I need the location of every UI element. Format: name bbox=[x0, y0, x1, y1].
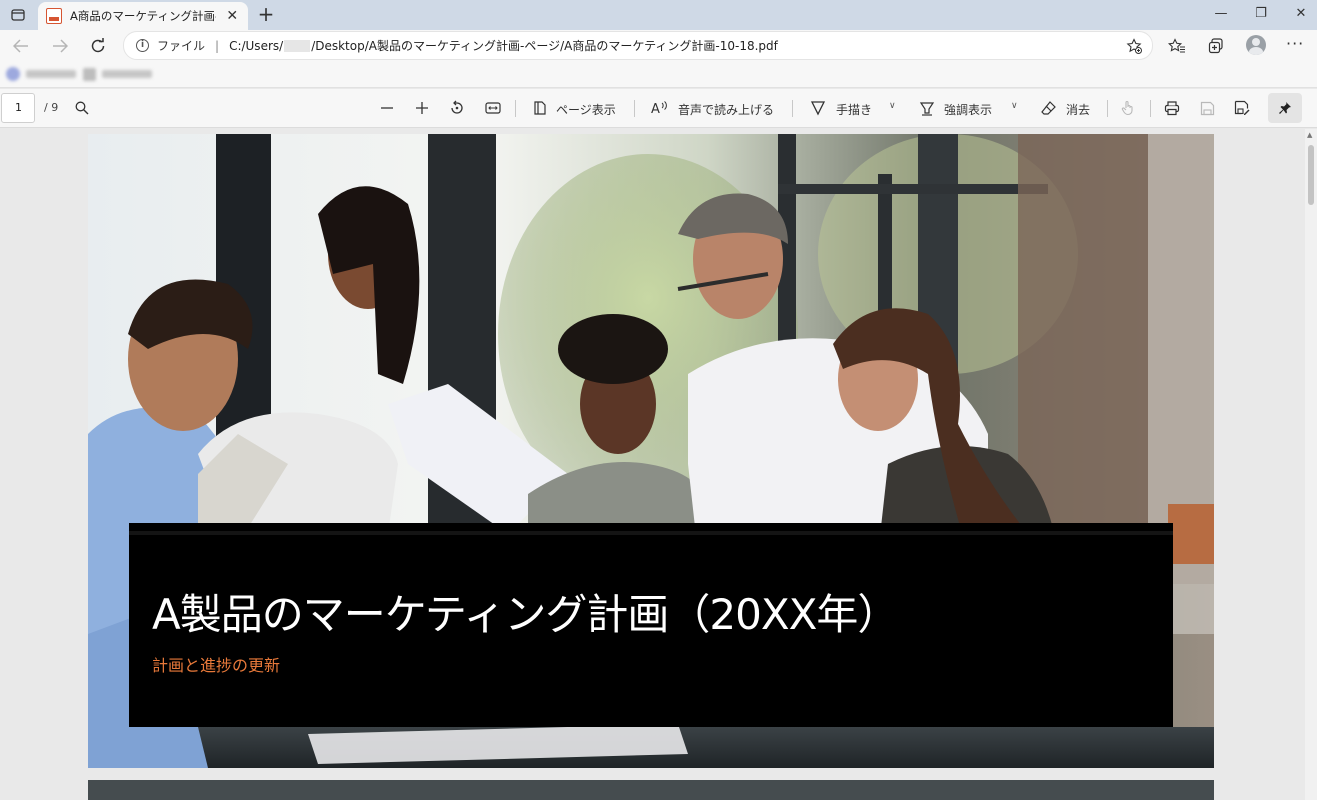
collections-icon bbox=[1208, 38, 1223, 54]
draw-button[interactable]: 手描き bbox=[836, 101, 872, 118]
rotate-button[interactable] bbox=[447, 98, 467, 118]
minimize-button[interactable]: — bbox=[1201, 4, 1241, 24]
add-favorite-icon[interactable] bbox=[1126, 38, 1142, 57]
eraser-icon bbox=[1039, 98, 1059, 118]
scroll-up-icon[interactable]: ▲ bbox=[1307, 131, 1312, 139]
page-view-icon bbox=[530, 98, 550, 118]
tab-active[interactable]: A商品のマーケティング計画-10-18.pdf ✕ bbox=[38, 2, 248, 30]
address-separator: | bbox=[215, 38, 220, 53]
favorites-icon bbox=[1168, 38, 1185, 53]
favorite-item-1[interactable] bbox=[6, 66, 76, 82]
page-number-input[interactable]: 1 bbox=[1, 93, 35, 123]
address-bar[interactable]: i ファイル | C:/Users/ /Desktop/A製品のマーケティング計… bbox=[123, 31, 1153, 60]
favorites-button[interactable] bbox=[1166, 36, 1188, 56]
read-aloud-icon: A bbox=[650, 98, 670, 118]
url-prefix: C:/Users/ bbox=[229, 38, 284, 53]
toolbar-divider bbox=[515, 100, 516, 117]
save-button[interactable] bbox=[1197, 98, 1217, 118]
refresh-icon bbox=[91, 38, 105, 53]
toolbar-divider bbox=[634, 100, 635, 117]
pin-toolbar-button[interactable] bbox=[1268, 93, 1302, 123]
url-suffix: /Desktop/A製品のマーケティング計画-ページ/A商品のマーケティング計画… bbox=[311, 39, 778, 53]
vertical-scrollbar[interactable]: ▲ bbox=[1305, 129, 1317, 800]
restore-button[interactable]: ❐ bbox=[1241, 4, 1281, 24]
page-total-label: / 9 bbox=[44, 101, 59, 114]
toolbar-divider bbox=[1150, 100, 1151, 117]
highlight-icon bbox=[917, 98, 937, 118]
tab-title: A商品のマーケティング計画-10-18.pdf bbox=[70, 9, 216, 23]
highlight-options-chevron-icon[interactable]: ∨ bbox=[1011, 101, 1018, 111]
printer-icon bbox=[1164, 101, 1180, 116]
back-button[interactable] bbox=[8, 34, 34, 58]
zoom-out-button[interactable] bbox=[377, 98, 397, 118]
minus-icon bbox=[381, 107, 393, 109]
plus-icon bbox=[416, 102, 428, 114]
tab-strip: A商品のマーケティング計画-10-18.pdf ✕ + — ❐ ✕ bbox=[0, 0, 1317, 30]
hand-icon bbox=[1121, 100, 1133, 116]
favorite-item-2[interactable] bbox=[83, 66, 152, 82]
pdf-file-icon bbox=[46, 8, 62, 24]
new-tab-button[interactable]: + bbox=[254, 3, 278, 27]
toolbar-divider bbox=[1107, 100, 1108, 117]
favorite-folder-icon bbox=[83, 67, 96, 81]
toolbar-divider bbox=[792, 100, 793, 117]
settings-menu-icon[interactable]: ··· bbox=[1286, 34, 1304, 53]
back-arrow-icon bbox=[13, 39, 28, 53]
favorite-site-icon bbox=[6, 67, 20, 81]
save-as-icon bbox=[1234, 100, 1250, 115]
favorite-label-placeholder bbox=[26, 70, 76, 78]
pdf-page-1: A製品のマーケティング計画（20XX年） 計画と進捗の更新 bbox=[88, 134, 1214, 768]
scroll-thumb[interactable] bbox=[1308, 145, 1314, 205]
fit-width-button[interactable] bbox=[483, 98, 503, 118]
read-aloud-button[interactable]: 音声で読み上げる bbox=[678, 101, 774, 118]
save-as-button[interactable] bbox=[1232, 98, 1252, 118]
save-icon bbox=[1200, 101, 1214, 115]
erase-button[interactable]: 消去 bbox=[1066, 101, 1090, 118]
redacted-username bbox=[284, 39, 311, 52]
tab-actions-icon bbox=[11, 9, 25, 21]
title-band: A製品のマーケティング計画（20XX年） 計画と進捗の更新 bbox=[129, 523, 1173, 727]
close-window-button[interactable]: ✕ bbox=[1281, 4, 1317, 24]
pdf-viewport[interactable]: A製品のマーケティング計画（20XX年） 計画と進捗の更新 bbox=[0, 129, 1305, 800]
find-button[interactable] bbox=[72, 98, 92, 118]
highlight-button[interactable]: 強調表示 bbox=[944, 101, 992, 118]
forward-arrow-icon bbox=[53, 39, 68, 53]
tab-close-icon[interactable]: ✕ bbox=[224, 8, 240, 24]
page-view-button[interactable]: ページ表示 bbox=[556, 101, 616, 118]
zoom-in-button[interactable] bbox=[412, 98, 432, 118]
collections-button[interactable] bbox=[1205, 36, 1227, 56]
print-button[interactable] bbox=[1162, 98, 1182, 118]
draw-options-chevron-icon[interactable]: ∨ bbox=[889, 101, 896, 111]
search-icon bbox=[75, 101, 89, 115]
pdf-page-2 bbox=[88, 780, 1214, 800]
site-info-icon[interactable]: i bbox=[136, 39, 149, 52]
fit-width-icon bbox=[485, 102, 501, 114]
draw-icon bbox=[808, 98, 828, 118]
refresh-button[interactable] bbox=[85, 34, 111, 58]
slide-subtitle: 計画と進捗の更新 bbox=[152, 656, 281, 675]
profile-avatar[interactable] bbox=[1246, 35, 1266, 55]
tab-actions-button[interactable] bbox=[6, 4, 30, 26]
favorite-label-placeholder bbox=[102, 70, 152, 78]
touch-write-button[interactable] bbox=[1118, 98, 1138, 118]
svg-text:A: A bbox=[651, 102, 660, 116]
pin-icon bbox=[1279, 102, 1291, 114]
pdf-toolbar: 1 / 9 ページ表示 A 音声で読み上げる 手描き ∨ 強調表示 ∨ 消去 bbox=[0, 89, 1317, 128]
file-scheme-label: ファイル bbox=[157, 39, 206, 53]
forward-button[interactable] bbox=[47, 34, 73, 58]
favorites-bar bbox=[0, 62, 1317, 88]
rotate-icon bbox=[451, 100, 463, 114]
navigation-bar: i ファイル | C:/Users/ /Desktop/A製品のマーケティング計… bbox=[0, 30, 1317, 62]
slide-title: A製品のマーケティング計画（20XX年） bbox=[152, 590, 899, 639]
